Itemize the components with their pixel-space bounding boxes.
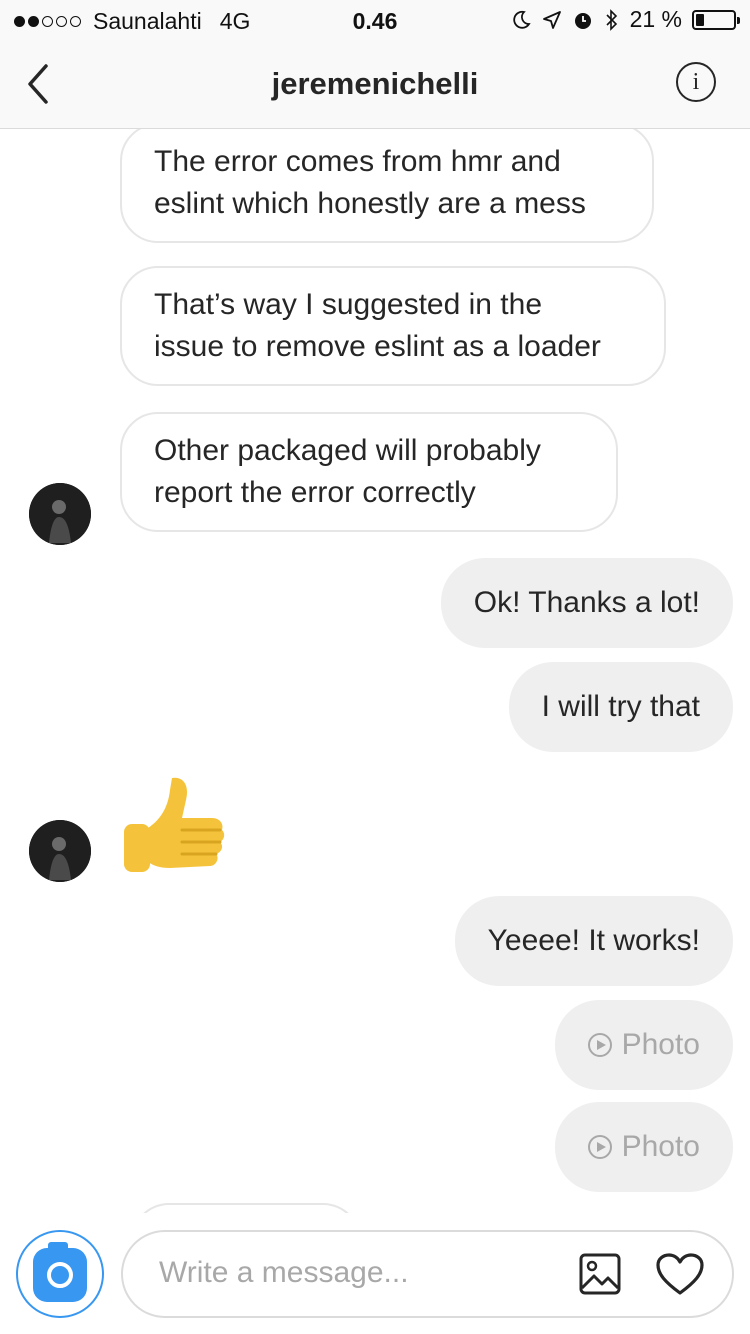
battery-icon — [692, 9, 740, 30]
message-bubble-incoming[interactable]: The error comes from hmr and eslint whic… — [120, 129, 654, 243]
heart-icon[interactable] — [655, 1252, 705, 1296]
photo-message-outgoing[interactable]: Photo — [554, 1102, 733, 1192]
moon-icon — [512, 10, 531, 29]
message-text: eslint which honestly are a mess — [154, 187, 586, 220]
message-text: Other packaged will probably — [154, 434, 541, 467]
photo-message-outgoing[interactable]: Photo — [554, 1000, 733, 1090]
message-bubble-partial — [131, 1203, 361, 1213]
avatar-photo — [29, 483, 91, 545]
bluetooth-icon — [605, 8, 617, 31]
battery-percent: 21 % — [629, 6, 682, 32]
conversation-title[interactable]: jeremenichelli — [0, 66, 750, 102]
message-bubble-outgoing[interactable]: I will try that — [508, 662, 733, 752]
play-icon — [587, 1033, 612, 1057]
message-text: The error comes from hmr and — [154, 145, 561, 178]
message-text: report the error correctly — [154, 476, 476, 509]
gallery-icon[interactable] — [578, 1252, 622, 1296]
message-composer: Write a message... — [0, 1213, 750, 1334]
camera-icon — [33, 1242, 87, 1302]
message-thread[interactable]: The error comes from hmr and eslint whic… — [0, 129, 750, 1213]
avatar[interactable] — [29, 483, 91, 545]
message-placeholder: Write a message... — [159, 1256, 409, 1289]
photo-label: Photo — [621, 1028, 700, 1061]
message-text: Yeeee! It works! — [487, 924, 700, 957]
message-text: Ok! Thanks a lot! — [473, 586, 700, 619]
play-icon — [587, 1135, 612, 1159]
info-icon[interactable]: i — [676, 62, 716, 102]
camera-button[interactable] — [16, 1230, 104, 1318]
avatar-photo — [29, 820, 91, 882]
location-arrow-icon — [542, 10, 561, 29]
message-input[interactable]: Write a message... — [121, 1230, 734, 1318]
message-text: I will try that — [541, 690, 700, 723]
thumbs-up-emoji-icon[interactable] — [120, 774, 228, 886]
message-bubble-incoming[interactable]: That’s way I suggested in the issue to r… — [120, 266, 666, 386]
message-bubble-outgoing[interactable]: Ok! Thanks a lot! — [440, 558, 733, 648]
status-right: 21 % — [510, 6, 740, 33]
conversation-header: jeremenichelli i — [0, 40, 750, 129]
message-text: issue to remove eslint as a loader — [154, 330, 601, 363]
message-text: That’s way I suggested in the — [154, 288, 543, 321]
message-bubble-incoming[interactable]: Other packaged will probably report the … — [120, 412, 618, 532]
message-bubble-outgoing[interactable]: Yeeee! It works! — [454, 896, 733, 986]
photo-label: Photo — [621, 1130, 700, 1163]
avatar[interactable] — [29, 820, 91, 882]
alarm-icon — [574, 12, 591, 29]
battery-fill — [696, 13, 704, 26]
status-bar: Saunalahti 4G 0.46 21 % — [0, 0, 750, 40]
